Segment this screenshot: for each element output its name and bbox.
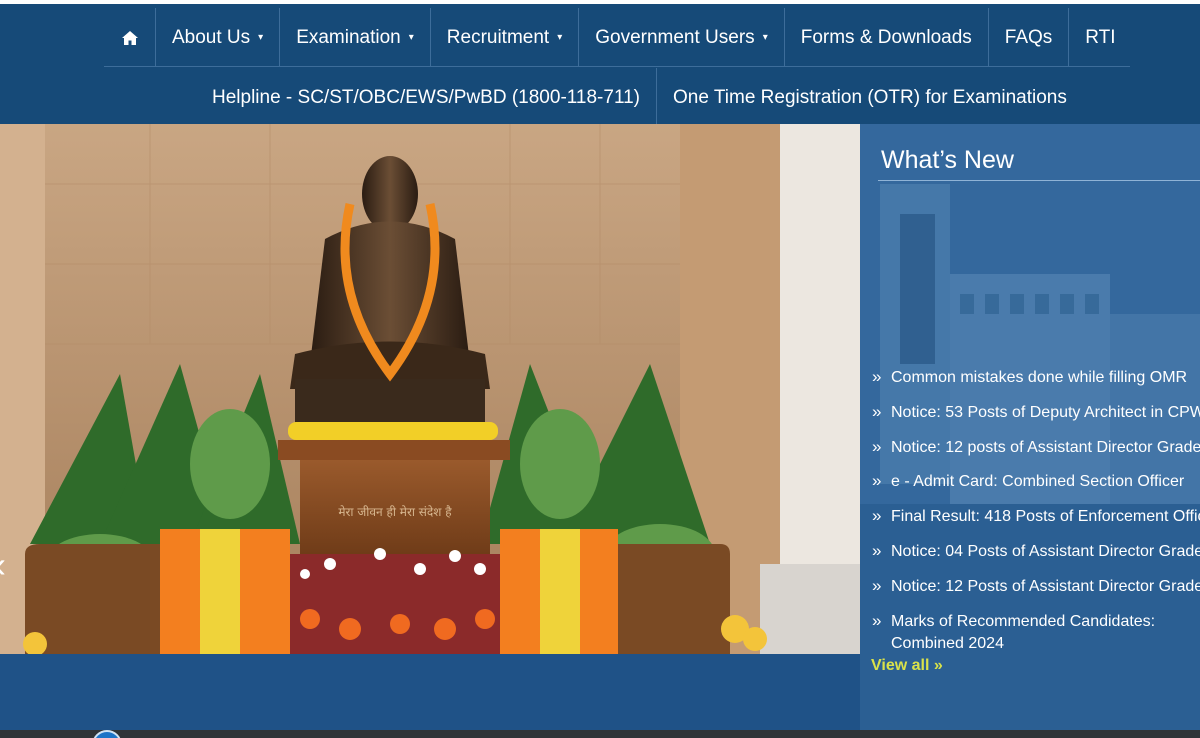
nav-item-recruitment[interactable]: Recruitment ▾ <box>431 8 580 67</box>
double-chevron-icon: » <box>872 471 882 491</box>
nav-divider <box>104 66 1130 67</box>
news-item[interactable]: » Notice: 53 Posts of Deputy Architect in… <box>872 402 1200 437</box>
double-chevron-icon: » <box>872 367 882 386</box>
news-item[interactable]: » e - Admit Card: Combined Section Office… <box>872 471 1200 506</box>
whats-new-list: » Common mistakes done while filling OMR»… <box>872 367 1200 651</box>
nav-item-government-users[interactable]: Government Users ▾ <box>579 8 785 67</box>
caret-down-icon: ▾ <box>762 32 768 43</box>
main-navbar: About Us ▾ Examination ▾ Recruitment ▾ Governm… <box>0 4 1200 128</box>
news-item[interactable]: » Notice: 12 Posts of Assistant Director … <box>872 576 1200 611</box>
nav-item-about-us[interactable]: About Us ▾ <box>156 8 281 67</box>
double-chevron-icon: » <box>872 610 882 630</box>
caret-down-icon: ▾ <box>408 32 414 43</box>
nav-item-forms-downloads[interactable]: Forms & Downloads <box>785 8 989 67</box>
plaque-text: मेरा जीवन ही मेरा संदेश है <box>338 505 452 519</box>
double-chevron-icon: » <box>872 575 882 595</box>
nav-item-helpline[interactable]: Helpline - SC/ST/OBC/EWS/PwBD (1800-118-… <box>196 68 658 128</box>
news-item-text: Common mistakes done while filling OMR <box>891 369 1188 386</box>
hero-footer-band <box>0 654 860 730</box>
nav-item-faqs[interactable]: FAQs <box>989 8 1070 67</box>
nav-item-label: RTI <box>1085 26 1116 48</box>
nav-item-rti[interactable]: RTI <box>1069 8 1131 67</box>
nav-item-label: Examination <box>296 26 401 48</box>
nav-item-label: Recruitment <box>446 26 550 48</box>
double-chevron-icon: » <box>872 436 882 456</box>
news-item-text: Notice: 53 Posts of Deputy Architect in … <box>891 403 1200 421</box>
nav-item-label: Government Users <box>595 26 755 48</box>
news-item[interactable]: » Final Result: 418 Posts of Enforcement … <box>872 506 1200 541</box>
news-item-text: Final Result: 418 Posts of Enforcement O… <box>891 508 1200 526</box>
news-item-text: e - Admit Card: Combined Section Officer <box>891 473 1185 491</box>
nav-item-label: About Us <box>172 26 251 48</box>
news-item[interactable]: » Common mistakes done while filling OMR <box>872 367 1200 402</box>
news-item[interactable]: » Marks of Recommended Candidates: Combin… <box>872 611 1200 651</box>
nav-row-secondary: Helpline - SC/ST/OBC/EWS/PwBD (1800-118-… <box>196 68 1083 128</box>
page-footer-strip <box>0 730 1200 738</box>
double-chevron-icon: » <box>872 540 882 560</box>
news-item-text: Marks of Recommended Candidates: Combine… <box>891 612 1156 651</box>
prev-slide-arrow[interactable]: ‹ <box>0 544 6 586</box>
home-icon <box>121 30 138 45</box>
nav-item-label: FAQs <box>1004 26 1053 48</box>
nav-item-examination[interactable]: Examination ▾ <box>280 8 431 67</box>
double-chevron-icon: » <box>872 401 882 421</box>
news-item[interactable]: » Notice: 12 posts of Assistant Director … <box>872 437 1200 472</box>
nav-row-primary: About Us ▾ Examination ▾ Recruitment ▾ Governm… <box>104 8 1132 67</box>
nav-item-label: Forms & Downloads <box>800 26 972 48</box>
news-item[interactable]: » Notice: 04 Posts of Assistant Director … <box>872 541 1200 576</box>
nav-item-otr[interactable]: One Time Registration (OTR) for Examinat… <box>657 68 1083 128</box>
hero-carousel[interactable]: मेरा जीवन ही मेरा संदेश है ‹ <box>0 124 860 654</box>
whats-new-divider <box>878 180 1200 181</box>
whats-new-title: What’s New <box>881 146 1014 174</box>
double-chevron-icon: » <box>872 506 882 526</box>
view-all-link[interactable]: View all » <box>871 657 943 675</box>
nav-home[interactable] <box>104 8 156 67</box>
news-item-text: Notice: 04 Posts of Assistant Director G… <box>891 542 1200 560</box>
whats-new-panel: What’s New » Common mistakes done while f… <box>860 124 1200 730</box>
caret-down-icon: ▾ <box>557 32 563 43</box>
news-item-text: Notice: 12 posts of Assistant Director G… <box>891 438 1200 456</box>
hero-image: मेरा जीवन ही मेरा संदेश है <box>0 124 860 654</box>
news-item-text: Notice: 12 Posts of Assistant Director G… <box>891 577 1200 595</box>
caret-down-icon: ▾ <box>258 32 264 43</box>
